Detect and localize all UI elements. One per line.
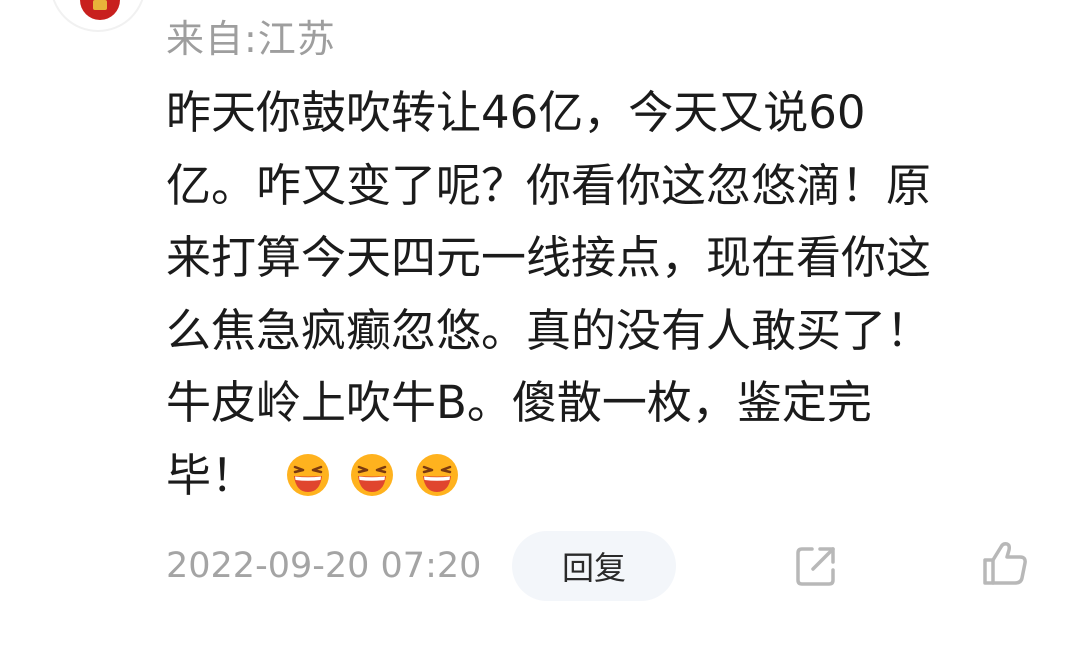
reply-label: 回复	[561, 549, 626, 587]
avatar[interactable]	[50, 0, 146, 32]
laughing-emoji-icon	[287, 454, 330, 497]
comment-body: 昨天你鼓吹转让46亿，今天又说60 亿。咋又变了呢？你看你这忽悠滴！原 来打算今…	[166, 77, 1046, 515]
share-icon[interactable]	[792, 542, 840, 590]
laughing-emoji-icon	[351, 454, 394, 497]
comment-line-last: 毕！	[166, 440, 1046, 515]
laughing-emoji-icon	[415, 454, 458, 497]
emoji-row	[286, 436, 465, 509]
location-label: 来自:江苏	[166, 17, 336, 61]
comment-line-text: 毕！	[166, 448, 257, 502]
comment-timestamp: 2022-09-20 07:20	[166, 546, 482, 586]
comment-line: 牛皮岭上吹牛B。傻散一枚，鉴定完	[166, 376, 872, 429]
emblem-icon	[80, 0, 120, 20]
reply-button[interactable]: 回复	[512, 531, 676, 601]
comment-line: 亿。咋又变了呢？你看你这忽悠滴！原	[166, 158, 932, 212]
comment-line: 来打算今天四元一线接点，现在看你这	[166, 231, 932, 284]
comment-line: 么焦急疯癫忽悠。真的没有人敢买了！	[166, 303, 932, 357]
thumbs-up-icon[interactable]	[981, 540, 1029, 588]
comment-line: 昨天你鼓吹转让46亿，今天又说60	[166, 86, 866, 139]
